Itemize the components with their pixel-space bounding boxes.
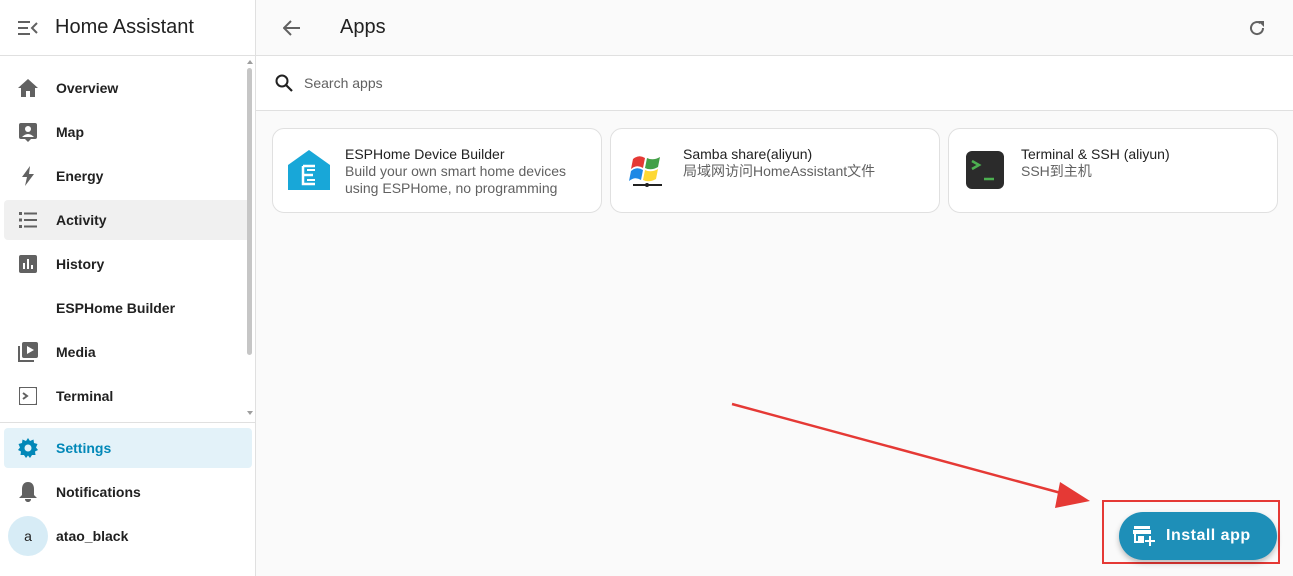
- refresh-button[interactable]: [1243, 14, 1271, 42]
- sidebar-scrollbar[interactable]: [247, 60, 253, 415]
- bell-icon: [4, 482, 52, 502]
- map-icon: [4, 122, 52, 142]
- media-play-icon: [4, 342, 52, 362]
- app-name: Terminal & SSH (aliyun): [1021, 146, 1170, 162]
- list-icon: [4, 212, 52, 228]
- sidebar-item-label: ESPHome Builder: [56, 300, 176, 316]
- sidebar-header: Home Assistant: [0, 0, 255, 56]
- sidebar-bottom: Settings Notifications a atao_black: [0, 424, 256, 560]
- app-name: ESPHome Device Builder: [345, 146, 505, 162]
- sidebar: Home Assistant Overview Map Energy Activ…: [0, 0, 256, 576]
- avatar-wrap: a: [4, 516, 52, 556]
- avatar: a: [8, 516, 48, 556]
- back-button[interactable]: [272, 8, 312, 48]
- main-panel: Apps ESPHome Device Builder Build your o…: [256, 0, 1293, 576]
- sidebar-item-media[interactable]: Media: [4, 332, 252, 372]
- refresh-icon: [1250, 21, 1265, 36]
- sidebar-item-label: Terminal: [56, 388, 114, 404]
- sidebar-item-label: atao_black: [56, 528, 129, 544]
- sidebar-item-label: Map: [56, 124, 84, 140]
- app-title: Home Assistant: [55, 16, 194, 38]
- chart-bar-icon: [4, 255, 52, 273]
- sidebar-item-label: Media: [56, 344, 96, 360]
- terminal-icon: [949, 146, 1021, 194]
- sidebar-item-history[interactable]: History: [4, 244, 252, 284]
- home-icon: [4, 79, 52, 97]
- install-app-label: Install app: [1166, 527, 1251, 544]
- app-card-esphome[interactable]: ESPHome Device Builder Build your own sm…: [272, 128, 602, 213]
- scroll-down-arrow[interactable]: [247, 411, 253, 415]
- sidebar-item-label: Activity: [56, 212, 107, 228]
- page-title: Apps: [340, 16, 386, 38]
- app-card-text: Samba share(aliyun) 局域网访问HomeAssistant文件: [683, 146, 939, 180]
- menu-collapse-button[interactable]: [0, 0, 56, 56]
- search-bar: [256, 56, 1293, 111]
- sidebar-item-label: Overview: [56, 80, 119, 96]
- sidebar-item-label: Notifications: [56, 484, 141, 500]
- sidebar-item-label: History: [56, 256, 105, 272]
- sidebar-item-settings[interactable]: Settings: [4, 428, 252, 468]
- app-name: Samba share(aliyun): [683, 146, 813, 162]
- scroll-up-arrow[interactable]: [247, 60, 253, 64]
- gear-icon: [4, 438, 52, 458]
- sidebar-item-profile[interactable]: a atao_black: [4, 516, 252, 556]
- esphome-icon: [273, 146, 345, 194]
- app-description: 局域网访问HomeAssistant文件: [683, 163, 876, 179]
- app-description: SSH到主机: [1021, 163, 1092, 179]
- sidebar-item-notifications[interactable]: Notifications: [4, 472, 252, 512]
- search-input[interactable]: [304, 75, 704, 91]
- app-card-text: ESPHome Device Builder Build your own sm…: [345, 146, 601, 197]
- top-bar: Apps: [256, 0, 1293, 56]
- app-card-text: Terminal & SSH (aliyun) SSH到主机: [1021, 146, 1277, 180]
- sidebar-item-overview[interactable]: Overview: [4, 68, 252, 108]
- sidebar-item-terminal[interactable]: Terminal: [4, 376, 252, 416]
- windows-flag-icon: [611, 146, 683, 194]
- arrow-left-icon: [283, 19, 300, 36]
- sidebar-divider: [0, 422, 255, 423]
- lightning-icon: [4, 166, 52, 186]
- app-card-samba[interactable]: Samba share(aliyun) 局域网访问HomeAssistant文件: [610, 128, 940, 213]
- install-app-button[interactable]: Install app: [1119, 512, 1277, 560]
- console-icon: [4, 387, 52, 405]
- store-plus-icon: [1133, 525, 1155, 547]
- sidebar-item-activity[interactable]: Activity: [4, 200, 252, 240]
- sidebar-item-map[interactable]: Map: [4, 112, 252, 152]
- sidebar-nav: Overview Map Energy Activity History ESP…: [0, 57, 256, 421]
- sidebar-item-esphome-builder[interactable]: ESPHome Builder: [4, 288, 252, 328]
- app-description: Build your own smart home devices using …: [345, 163, 566, 196]
- app-list: ESPHome Device Builder Build your own sm…: [272, 128, 1278, 213]
- sidebar-item-label: Settings: [56, 440, 112, 456]
- menu-collapse-icon: [18, 20, 38, 35]
- sidebar-item-energy[interactable]: Energy: [4, 156, 252, 196]
- app-card-terminal[interactable]: Terminal & SSH (aliyun) SSH到主机: [948, 128, 1278, 213]
- scroll-thumb[interactable]: [247, 68, 252, 355]
- sidebar-item-label: Energy: [56, 168, 104, 184]
